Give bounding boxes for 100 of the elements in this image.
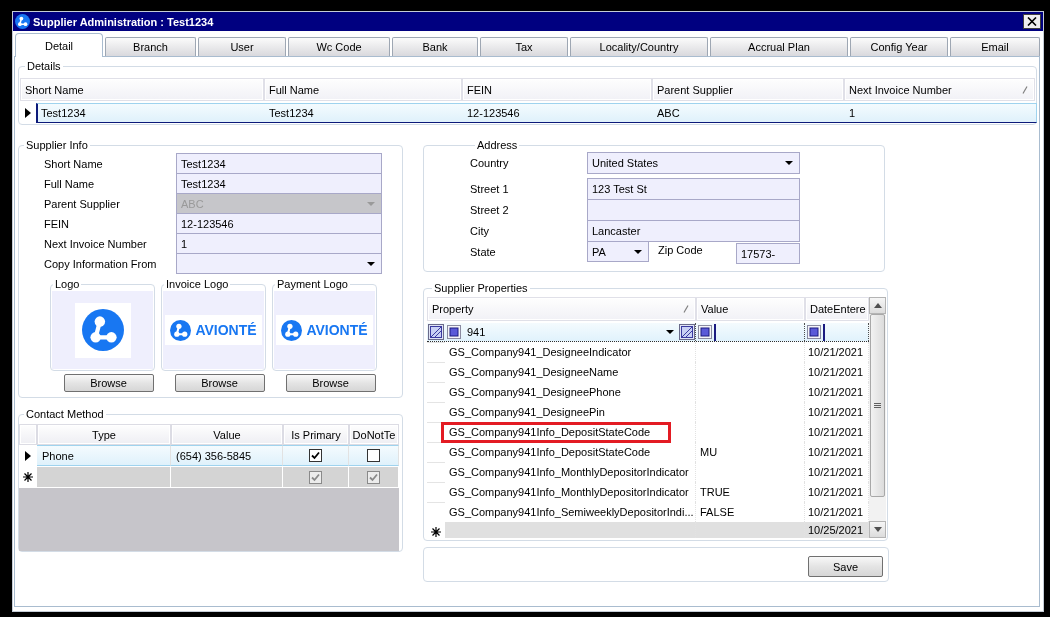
group-title: Payment Logo: [276, 278, 349, 291]
table-cell-text: GS_Company941_DesigneePin: [448, 404, 606, 420]
table-cell-text: 12-123546: [466, 106, 521, 121]
square-icon[interactable]: [807, 325, 821, 339]
field-label: Zip Code: [658, 244, 704, 257]
field-label: Copy Information From: [44, 257, 158, 271]
input-field[interactable]: 17573-: [736, 243, 800, 264]
dropdown-field[interactable]: [176, 253, 382, 274]
group-title: Supplier Properties: [433, 282, 529, 295]
logo-icon: [15, 14, 30, 29]
column-header[interactable]: DateEntere: [805, 297, 869, 321]
column-header[interactable]: DoNotTe: [349, 424, 399, 445]
table-cell-text: GS_Company941_DesigneePhone: [448, 384, 622, 400]
save-button[interactable]: Save: [808, 556, 883, 577]
asterisk-icon: [23, 472, 33, 482]
table-cell-text: GS_Company941Info_MonthlyDepositorIndicator: [448, 484, 690, 500]
tab[interactable]: Config Year: [850, 37, 948, 56]
input-field[interactable]: [587, 199, 800, 221]
input-field[interactable]: Test1234: [176, 153, 382, 174]
table-cell: MU: [696, 442, 805, 462]
browse-button[interactable]: Browse: [285, 374, 376, 392]
logo-text: AVIONTÉ: [306, 322, 368, 338]
table-cell-text: Test1234: [40, 106, 87, 121]
checkbox[interactable]: [309, 470, 322, 484]
browse-button[interactable]: Browse: [63, 374, 154, 392]
tab[interactable]: Detail: [15, 33, 103, 57]
tab[interactable]: Email: [950, 37, 1040, 56]
square-icon[interactable]: [698, 325, 712, 339]
arrow-right-icon: [25, 450, 31, 461]
window-title: Supplier Administration : Test1234: [33, 15, 215, 28]
column-header[interactable]: Type: [37, 424, 171, 445]
table-cell-text: GS_Company941Info_SemiweeklyDepositorIndi...: [448, 504, 695, 520]
arrow-up-icon: [873, 303, 882, 308]
column-header[interactable]: FEIN: [462, 78, 652, 101]
checkbox[interactable]: [367, 449, 380, 462]
sort-indicator-icon: [1022, 86, 1028, 94]
field-label: FEIN: [44, 217, 71, 231]
column-header[interactable]: Full Name: [264, 78, 462, 101]
input-field[interactable]: 1: [176, 233, 382, 254]
table-cell: GS_Company941Info_DepositStateCode: [441, 421, 672, 443]
tab[interactable]: Locality/Country: [570, 37, 708, 56]
table-cell-text: GS_Company941_DesigneeName: [448, 364, 620, 380]
tab[interactable]: Bank: [392, 37, 478, 56]
scrollbar-thumb[interactable]: [870, 314, 885, 497]
tab[interactable]: Branch: [105, 37, 196, 56]
table-cell-text: ABC: [656, 106, 681, 121]
checkbox[interactable]: [309, 449, 322, 462]
caret-down-icon: [634, 249, 642, 254]
tab[interactable]: User: [198, 37, 286, 56]
slash-box-icon[interactable]: [679, 324, 695, 340]
group-title: Logo: [54, 278, 81, 291]
caret-down-icon: [367, 201, 375, 206]
column-header[interactable]: Short Name: [20, 78, 264, 101]
scroll-up-button[interactable]: [869, 297, 886, 314]
column-header[interactable]: Next Invoice Number: [844, 78, 1035, 101]
field-label: Parent Supplier: [44, 197, 121, 211]
table-cell-text: GS_Company941Info_DepositStateCode: [448, 444, 652, 460]
field-label: Full Name: [44, 177, 96, 191]
asterisk-icon: [431, 527, 441, 537]
field-label: Street 2: [470, 203, 510, 217]
dropdown-field[interactable]: United States: [587, 152, 800, 174]
column-header[interactable]: Value: [696, 297, 805, 321]
tab[interactable]: Accrual Plan: [710, 37, 848, 56]
input-field[interactable]: Test1234: [176, 173, 382, 194]
tab[interactable]: Wc Code: [288, 37, 390, 56]
scroll-down-button[interactable]: [869, 521, 886, 538]
sort-indicator-icon: [683, 305, 689, 313]
arrow-down-icon: [873, 527, 882, 532]
field-label: State: [470, 246, 497, 259]
caret-down-icon: [785, 161, 793, 165]
table-row[interactable]: Phone (654) 356-5845: [19, 445, 399, 466]
column-header[interactable]: Parent Supplier: [652, 78, 844, 101]
table-cell: Phone: [37, 445, 171, 466]
table-cell[interactable]: [445, 522, 696, 538]
input-field[interactable]: 123 Test St: [587, 178, 800, 200]
field-label: Country: [470, 156, 510, 170]
field-label: City: [470, 224, 490, 238]
group-title: Address: [476, 139, 519, 152]
tab[interactable]: Tax: [480, 37, 568, 56]
logo-icon: [281, 319, 303, 341]
scrollbar[interactable]: [869, 297, 886, 538]
input-field[interactable]: 12-123546: [176, 213, 382, 234]
field-label: Short Name: [44, 157, 104, 171]
logo-icon: [170, 319, 192, 341]
dropdown-field[interactable]: PA: [587, 241, 649, 262]
group-title: Supplier Info: [25, 139, 89, 152]
input-field[interactable]: Lancaster: [587, 220, 800, 242]
column-header[interactable]: Is Primary: [283, 424, 349, 445]
caret-down-icon: [666, 330, 674, 334]
arrow-right-icon: [25, 108, 31, 118]
checkbox[interactable]: [367, 470, 380, 484]
field-label: Next Invoice Number: [44, 237, 148, 251]
close-button[interactable]: [1023, 14, 1041, 29]
column-header[interactable]: Property: [427, 297, 696, 321]
table-cell[interactable]: 10/25/2021: [805, 522, 869, 538]
slash-box-icon[interactable]: [428, 324, 444, 340]
column-header[interactable]: Value: [171, 424, 283, 445]
table-cell-text: GS_Company941Info_MonthlyDepositorIndicator: [448, 464, 690, 480]
square-icon[interactable]: [447, 325, 461, 339]
browse-button[interactable]: Browse: [174, 374, 265, 392]
